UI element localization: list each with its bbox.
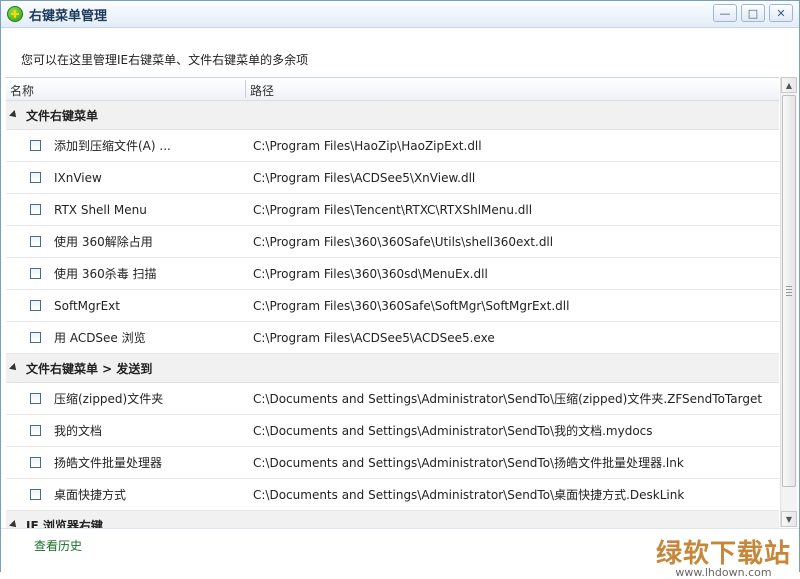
watermark-logo: 绿软下载站 [655,539,791,569]
item-name: IXnView [54,170,102,185]
scrollbar-thumb[interactable] [782,95,796,487]
close-button[interactable]: ✕ [769,4,793,22]
column-divider[interactable] [245,80,246,98]
maximize-button[interactable]: □ [741,4,765,22]
column-header-name[interactable]: 名称 [10,82,34,99]
item-path: C:\Program Files\HaoZip\HaoZipExt.dll [253,138,482,153]
item-name: 使用 360解除占用 [54,235,153,249]
item-path: C:\Documents and Settings\Administrator\… [253,424,653,438]
item-name: SoftMgrExt [54,298,120,313]
column-header-path[interactable]: 路径 [250,82,274,99]
window-controls: — □ ✕ [713,4,793,22]
menu-item-list: 名称 路径 文件右键菜单 添加到压缩文件(A) ... C:\Program F… [6,77,779,528]
list-item[interactable]: 添加到压缩文件(A) ... C:\Program Files\HaoZip\H… [6,130,779,162]
list-header: 名称 路径 [6,78,779,101]
site-watermark: 绿软下载站 www.lhdown.com [656,533,791,579]
item-checkbox[interactable] [30,457,41,468]
list-item[interactable]: 压缩(zipped)文件夹 C:\Documents and Settings\… [6,383,779,415]
list-item[interactable]: IXnView C:\Program Files\ACDSee5\XnView.… [6,162,779,194]
item-name: 桌面快捷方式 [54,488,127,502]
list-item[interactable]: RTX Shell Menu C:\Program Files\Tencent\… [6,194,779,226]
list-item[interactable]: 使用 360杀毒 扫描 C:\Program Files\360\360sd\M… [6,258,779,290]
list-item[interactable]: 桌面快捷方式 C:\Documents and Settings\Adminis… [6,479,779,511]
item-checkbox[interactable] [30,204,41,215]
item-checkbox[interactable] [30,268,41,279]
scroll-down-button[interactable]: ▼ [781,511,797,527]
item-name: 添加到压缩文件(A) ... [54,139,171,153]
vertical-scrollbar[interactable]: ▲ ▼ [780,77,797,527]
group-header[interactable]: 文件右键菜单 [6,101,779,130]
title-bar[interactable]: 右键菜单管理 — □ ✕ [1,1,799,28]
scroll-up-button[interactable]: ▲ [781,77,797,93]
item-checkbox[interactable] [30,393,41,404]
window-title: 右键菜单管理 [29,8,108,24]
group-header[interactable]: IE 浏览器右键 [6,511,779,528]
list-item[interactable]: 用 ACDSee 浏览 C:\Program Files\ACDSee5\ACD… [6,322,779,354]
app-logo-icon [7,6,23,22]
collapse-triangle-icon[interactable] [9,520,19,528]
item-path: C:\Program Files\360\360Safe\SoftMgr\Sof… [253,298,570,313]
item-path: C:\Program Files\Tencent\RTXC\RTXShlMenu… [253,202,533,217]
list-item[interactable]: 扬皓文件批量处理器 C:\Documents and Settings\Admi… [6,447,779,479]
view-history-link[interactable]: 查看历史 [34,537,82,554]
collapse-triangle-icon[interactable] [9,110,19,120]
item-path: C:\Program Files\ACDSee5\ACDSee5.exe [253,330,495,345]
minimize-button[interactable]: — [713,4,737,22]
item-checkbox[interactable] [30,172,41,183]
group-label: 文件右键菜单 [26,108,99,123]
group-label: IE 浏览器右键 [26,518,103,529]
collapse-triangle-icon[interactable] [9,363,19,373]
item-name: 使用 360杀毒 扫描 [54,267,157,281]
item-checkbox[interactable] [30,332,41,343]
item-checkbox[interactable] [30,489,41,500]
item-checkbox[interactable] [30,140,41,151]
description-text: 您可以在这里管理IE右键菜单、文件右键菜单的多余项 [21,53,309,67]
item-name: 我的文档 [54,424,103,438]
item-path: C:\Documents and Settings\Administrator\… [253,456,684,470]
item-name: 扬皓文件批量处理器 [54,456,163,470]
app-window: 右键菜单管理 — □ ✕ 您可以在这里管理IE右键菜单、文件右键菜单的多余项 名… [0,0,800,579]
item-path: C:\Documents and Settings\Administrator\… [253,392,763,406]
item-checkbox[interactable] [30,236,41,247]
item-path: C:\Program Files\360\360sd\MenuEx.dll [253,266,488,281]
group-label: 文件右键菜单 > 发送到 [26,361,153,376]
list-item[interactable]: SoftMgrExt C:\Program Files\360\360Safe\… [6,290,779,322]
item-path: C:\Documents and Settings\Administrator\… [253,488,685,502]
item-path: C:\Program Files\ACDSee5\XnView.dll [253,170,476,185]
grip-icon [786,286,792,296]
item-name: 压缩(zipped)文件夹 [54,392,164,406]
list-item[interactable]: 我的文档 C:\Documents and Settings\Administr… [6,415,779,447]
item-name: 用 ACDSee 浏览 [54,331,146,345]
item-path: C:\Program Files\360\360Safe\Utils\shell… [253,234,554,249]
list-item[interactable]: 使用 360解除占用 C:\Program Files\360\360Safe\… [6,226,779,258]
group-header[interactable]: 文件右键菜单 > 发送到 [6,354,779,383]
item-checkbox[interactable] [30,300,41,311]
item-name: RTX Shell Menu [54,202,147,217]
item-checkbox[interactable] [30,425,41,436]
watermark-url: www.lhdown.com [675,566,772,579]
footer: 查看历史 绿软下载站 www.lhdown.com [1,528,799,579]
